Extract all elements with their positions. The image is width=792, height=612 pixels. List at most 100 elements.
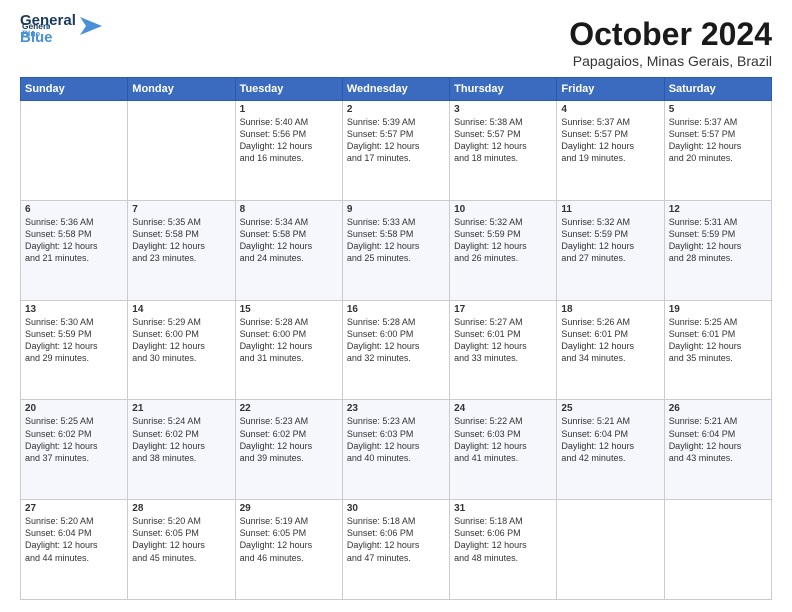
cell-info: Sunrise: 5:32 AM Sunset: 5:59 PM Dayligh… (454, 216, 552, 265)
day-number: 9 (347, 204, 445, 215)
calendar-cell: 19Sunrise: 5:25 AM Sunset: 6:01 PM Dayli… (664, 300, 771, 400)
day-number: 26 (669, 403, 767, 414)
cell-info: Sunrise: 5:33 AM Sunset: 5:58 PM Dayligh… (347, 216, 445, 265)
calendar-cell: 23Sunrise: 5:23 AM Sunset: 6:03 PM Dayli… (342, 400, 449, 500)
day-number: 8 (240, 204, 338, 215)
cell-info: Sunrise: 5:20 AM Sunset: 6:05 PM Dayligh… (132, 515, 230, 564)
cell-info: Sunrise: 5:34 AM Sunset: 5:58 PM Dayligh… (240, 216, 338, 265)
day-number: 27 (25, 503, 123, 514)
cell-info: Sunrise: 5:37 AM Sunset: 5:57 PM Dayligh… (669, 116, 767, 165)
calendar-header-row: SundayMondayTuesdayWednesdayThursdayFrid… (21, 78, 772, 101)
calendar-cell: 2Sunrise: 5:39 AM Sunset: 5:57 PM Daylig… (342, 101, 449, 201)
cell-info: Sunrise: 5:18 AM Sunset: 6:06 PM Dayligh… (454, 515, 552, 564)
day-number: 20 (25, 403, 123, 414)
calendar-cell: 24Sunrise: 5:22 AM Sunset: 6:03 PM Dayli… (450, 400, 557, 500)
calendar-cell: 25Sunrise: 5:21 AM Sunset: 6:04 PM Dayli… (557, 400, 664, 500)
day-number: 13 (25, 304, 123, 315)
cell-info: Sunrise: 5:22 AM Sunset: 6:03 PM Dayligh… (454, 415, 552, 464)
calendar-week-row: 13Sunrise: 5:30 AM Sunset: 5:59 PM Dayli… (21, 300, 772, 400)
calendar-cell: 28Sunrise: 5:20 AM Sunset: 6:05 PM Dayli… (128, 500, 235, 600)
calendar-day-header: Thursday (450, 78, 557, 101)
calendar-cell: 6Sunrise: 5:36 AM Sunset: 5:58 PM Daylig… (21, 200, 128, 300)
cell-info: Sunrise: 5:30 AM Sunset: 5:59 PM Dayligh… (25, 316, 123, 365)
day-number: 28 (132, 503, 230, 514)
location: Papagaios, Minas Gerais, Brazil (569, 53, 772, 69)
calendar-cell: 11Sunrise: 5:32 AM Sunset: 5:59 PM Dayli… (557, 200, 664, 300)
cell-info: Sunrise: 5:28 AM Sunset: 6:00 PM Dayligh… (347, 316, 445, 365)
calendar-week-row: 20Sunrise: 5:25 AM Sunset: 6:02 PM Dayli… (21, 400, 772, 500)
calendar-cell: 9Sunrise: 5:33 AM Sunset: 5:58 PM Daylig… (342, 200, 449, 300)
logo-arrow-icon (80, 17, 102, 35)
calendar-cell: 22Sunrise: 5:23 AM Sunset: 6:02 PM Dayli… (235, 400, 342, 500)
day-number: 7 (132, 204, 230, 215)
cell-info: Sunrise: 5:25 AM Sunset: 6:02 PM Dayligh… (25, 415, 123, 464)
cell-info: Sunrise: 5:18 AM Sunset: 6:06 PM Dayligh… (347, 515, 445, 564)
header: General Blue General Blue October 2024 P… (20, 16, 772, 69)
cell-info: Sunrise: 5:23 AM Sunset: 6:02 PM Dayligh… (240, 415, 338, 464)
cell-info: Sunrise: 5:25 AM Sunset: 6:01 PM Dayligh… (669, 316, 767, 365)
calendar-day-header: Monday (128, 78, 235, 101)
cell-info: Sunrise: 5:26 AM Sunset: 6:01 PM Dayligh… (561, 316, 659, 365)
calendar-cell: 7Sunrise: 5:35 AM Sunset: 5:58 PM Daylig… (128, 200, 235, 300)
page: General Blue General Blue October 2024 P… (0, 0, 792, 612)
calendar-cell: 10Sunrise: 5:32 AM Sunset: 5:59 PM Dayli… (450, 200, 557, 300)
cell-info: Sunrise: 5:31 AM Sunset: 5:59 PM Dayligh… (669, 216, 767, 265)
cell-info: Sunrise: 5:37 AM Sunset: 5:57 PM Dayligh… (561, 116, 659, 165)
day-number: 23 (347, 403, 445, 414)
day-number: 12 (669, 204, 767, 215)
day-number: 11 (561, 204, 659, 215)
calendar-week-row: 1Sunrise: 5:40 AM Sunset: 5:56 PM Daylig… (21, 101, 772, 201)
day-number: 30 (347, 503, 445, 514)
calendar-cell: 26Sunrise: 5:21 AM Sunset: 6:04 PM Dayli… (664, 400, 771, 500)
calendar-cell: 30Sunrise: 5:18 AM Sunset: 6:06 PM Dayli… (342, 500, 449, 600)
calendar-cell (21, 101, 128, 201)
calendar-cell (664, 500, 771, 600)
cell-info: Sunrise: 5:32 AM Sunset: 5:59 PM Dayligh… (561, 216, 659, 265)
calendar-day-header: Saturday (664, 78, 771, 101)
calendar-cell: 17Sunrise: 5:27 AM Sunset: 6:01 PM Dayli… (450, 300, 557, 400)
calendar-cell (557, 500, 664, 600)
calendar-day-header: Wednesday (342, 78, 449, 101)
calendar-day-header: Sunday (21, 78, 128, 101)
day-number: 25 (561, 403, 659, 414)
calendar-day-header: Friday (557, 78, 664, 101)
calendar-week-row: 6Sunrise: 5:36 AM Sunset: 5:58 PM Daylig… (21, 200, 772, 300)
day-number: 29 (240, 503, 338, 514)
calendar-cell: 1Sunrise: 5:40 AM Sunset: 5:56 PM Daylig… (235, 101, 342, 201)
calendar-cell: 14Sunrise: 5:29 AM Sunset: 6:00 PM Dayli… (128, 300, 235, 400)
calendar-week-row: 27Sunrise: 5:20 AM Sunset: 6:04 PM Dayli… (21, 500, 772, 600)
cell-info: Sunrise: 5:29 AM Sunset: 6:00 PM Dayligh… (132, 316, 230, 365)
cell-info: Sunrise: 5:21 AM Sunset: 6:04 PM Dayligh… (561, 415, 659, 464)
day-number: 2 (347, 104, 445, 115)
calendar-cell: 21Sunrise: 5:24 AM Sunset: 6:02 PM Dayli… (128, 400, 235, 500)
calendar-cell (128, 101, 235, 201)
day-number: 16 (347, 304, 445, 315)
day-number: 21 (132, 403, 230, 414)
day-number: 3 (454, 104, 552, 115)
calendar-cell: 8Sunrise: 5:34 AM Sunset: 5:58 PM Daylig… (235, 200, 342, 300)
calendar-cell: 13Sunrise: 5:30 AM Sunset: 5:59 PM Dayli… (21, 300, 128, 400)
title-block: October 2024 Papagaios, Minas Gerais, Br… (569, 16, 772, 69)
day-number: 18 (561, 304, 659, 315)
day-number: 4 (561, 104, 659, 115)
calendar-cell: 29Sunrise: 5:19 AM Sunset: 6:05 PM Dayli… (235, 500, 342, 600)
calendar-day-header: Tuesday (235, 78, 342, 101)
calendar-cell: 18Sunrise: 5:26 AM Sunset: 6:01 PM Dayli… (557, 300, 664, 400)
day-number: 14 (132, 304, 230, 315)
day-number: 24 (454, 403, 552, 414)
calendar-cell: 12Sunrise: 5:31 AM Sunset: 5:59 PM Dayli… (664, 200, 771, 300)
cell-info: Sunrise: 5:24 AM Sunset: 6:02 PM Dayligh… (132, 415, 230, 464)
cell-info: Sunrise: 5:20 AM Sunset: 6:04 PM Dayligh… (25, 515, 123, 564)
cell-info: Sunrise: 5:35 AM Sunset: 5:58 PM Dayligh… (132, 216, 230, 265)
logo-blue: Blue (20, 30, 76, 47)
calendar-cell: 31Sunrise: 5:18 AM Sunset: 6:06 PM Dayli… (450, 500, 557, 600)
logo: General Blue General Blue (20, 16, 102, 46)
calendar-cell: 15Sunrise: 5:28 AM Sunset: 6:00 PM Dayli… (235, 300, 342, 400)
cell-info: Sunrise: 5:39 AM Sunset: 5:57 PM Dayligh… (347, 116, 445, 165)
day-number: 19 (669, 304, 767, 315)
calendar-cell: 5Sunrise: 5:37 AM Sunset: 5:57 PM Daylig… (664, 101, 771, 201)
day-number: 31 (454, 503, 552, 514)
day-number: 15 (240, 304, 338, 315)
cell-info: Sunrise: 5:28 AM Sunset: 6:00 PM Dayligh… (240, 316, 338, 365)
day-number: 10 (454, 204, 552, 215)
